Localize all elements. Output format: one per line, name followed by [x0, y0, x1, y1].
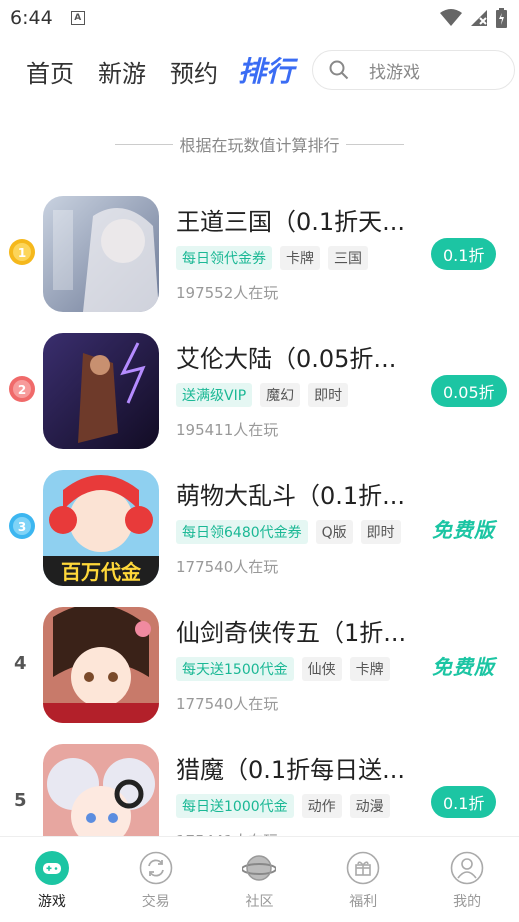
- free-version-badge[interactable]: 免费版: [432, 651, 495, 680]
- tag-promo: 每天送1500代金: [176, 657, 294, 681]
- tag-promo: 每日领代金券: [176, 246, 272, 270]
- game-row[interactable]: 1 王道三国（0.1折天... 每日领代金券 卡牌 三国 197552人在玩 0…: [0, 196, 519, 326]
- search-placeholder: 找游戏: [369, 62, 420, 83]
- bottom-nav-community[interactable]: 社区: [208, 837, 312, 922]
- player-count: 197552人在玩: [176, 284, 279, 302]
- tag-genre: 仙侠: [301, 657, 342, 681]
- wifi-icon: [440, 9, 462, 26]
- exchange-icon: [139, 851, 172, 885]
- tag-theme: 即时: [308, 383, 349, 407]
- discount-button[interactable]: 0.05折: [431, 375, 507, 407]
- tag-theme: 即时: [360, 520, 401, 544]
- status-bar: 6:44 A: [0, 0, 519, 36]
- search-icon: [329, 60, 349, 80]
- tag-promo: 每日送1000代金: [176, 794, 294, 818]
- gift-icon: [346, 851, 380, 885]
- top-nav: 首页 新游 预约 排行 找游戏: [0, 48, 519, 92]
- icon-caption: 百万代金: [61, 560, 142, 584]
- bottom-nav-label: 福利: [349, 894, 378, 910]
- rank-number: 2: [18, 383, 26, 397]
- game-row[interactable]: 4 仙剑奇侠传五（1折... 每天送1500代金 仙侠 卡牌 177540人在玩…: [0, 607, 519, 737]
- tab-ranking[interactable]: 排行: [238, 50, 294, 90]
- rank-number: 4: [14, 653, 27, 674]
- game-tags: 每日领代金券 卡牌 三国: [176, 246, 368, 270]
- tab-reservation[interactable]: 预约: [170, 54, 218, 89]
- silver-medal-icon: 2: [9, 376, 35, 402]
- divider-left: [115, 143, 174, 145]
- bottom-nav-label: 社区: [245, 894, 274, 910]
- bronze-medal-icon: 3: [9, 513, 35, 539]
- tag-theme: 动漫: [349, 794, 390, 818]
- tag-genre: Q版: [315, 520, 353, 544]
- rank-number: 3: [18, 520, 26, 534]
- tab-new-games[interactable]: 新游: [98, 54, 146, 89]
- game-icon[interactable]: 百万代金: [43, 470, 159, 586]
- ranking-section-header: 根据在玩数值计算排行: [0, 132, 519, 156]
- bottom-nav-label: 游戏: [37, 894, 66, 910]
- bottom-nav-games[interactable]: 游戏: [0, 837, 104, 922]
- battery-icon: [496, 8, 507, 28]
- tag-genre: 卡牌: [280, 246, 320, 270]
- bottom-nav-trade[interactable]: 交易: [104, 837, 208, 922]
- user-icon: [450, 851, 484, 885]
- bottom-nav-label: 我的: [453, 894, 482, 910]
- free-version-badge[interactable]: 免费版: [432, 514, 495, 543]
- game-row[interactable]: 3 百万代金 萌物大乱斗（0.1折... 每日领6480代金券 Q版 即时 17…: [0, 470, 519, 600]
- discount-button[interactable]: 0.1折: [431, 786, 497, 818]
- game-icon[interactable]: [43, 333, 159, 449]
- game-title: 萌物大乱斗（0.1折...: [176, 482, 406, 510]
- game-title: 仙剑奇侠传五（1折...: [176, 619, 407, 647]
- player-count: 177540人在玩: [176, 558, 279, 576]
- rank-number: 1: [18, 246, 26, 260]
- search-input[interactable]: 找游戏: [312, 50, 515, 90]
- game-title: 猎魔（0.1折每日送...: [176, 756, 406, 784]
- tag-genre: 动作: [301, 794, 342, 818]
- tag-genre: 魔幻: [260, 383, 301, 407]
- bottom-nav-label: 交易: [141, 894, 170, 910]
- game-icon[interactable]: [43, 196, 159, 312]
- tag-theme: 三国: [328, 246, 368, 270]
- game-tags: 每天送1500代金 仙侠 卡牌: [176, 657, 390, 681]
- status-time: 6:44: [10, 7, 53, 29]
- game-icon[interactable]: [43, 607, 159, 723]
- player-count: 177540人在玩: [176, 695, 279, 713]
- tag-promo: 送满级VIP: [176, 383, 253, 407]
- gold-medal-icon: 1: [9, 239, 35, 265]
- game-tags: 每日送1000代金 动作 动漫: [176, 794, 390, 818]
- game-tags: 每日领6480代金券 Q版 即时: [176, 520, 401, 544]
- notification-a-icon: A: [70, 11, 85, 25]
- player-count: 195411人在玩: [176, 421, 279, 439]
- bottom-nav-welfare[interactable]: 福利: [311, 837, 415, 922]
- game-tags: 送满级VIP 魔幻 即时: [176, 383, 349, 407]
- bottom-nav: 游戏 交易 社区 福利 我的: [0, 836, 519, 922]
- tag-promo: 每日领6480代金券: [176, 520, 308, 544]
- game-title: 王道三国（0.1折天...: [176, 208, 406, 236]
- gamepad-icon: [34, 851, 69, 885]
- rank-number: 5: [14, 790, 27, 811]
- signal-icon: [471, 10, 487, 26]
- status-icons: [440, 8, 507, 28]
- divider-right: [345, 143, 404, 145]
- tab-home[interactable]: 首页: [26, 54, 74, 89]
- bottom-nav-profile[interactable]: 我的: [415, 837, 519, 922]
- discount-button[interactable]: 0.1折: [431, 238, 497, 270]
- planet-icon: [242, 855, 277, 881]
- game-row[interactable]: 2 艾伦大陆（0.05折... 送满级VIP 魔幻 即时 195411人在玩 0…: [0, 333, 519, 463]
- game-title: 艾伦大陆（0.05折...: [176, 345, 397, 373]
- section-header-text: 根据在玩数值计算排行: [179, 136, 340, 155]
- tag-theme: 卡牌: [349, 657, 390, 681]
